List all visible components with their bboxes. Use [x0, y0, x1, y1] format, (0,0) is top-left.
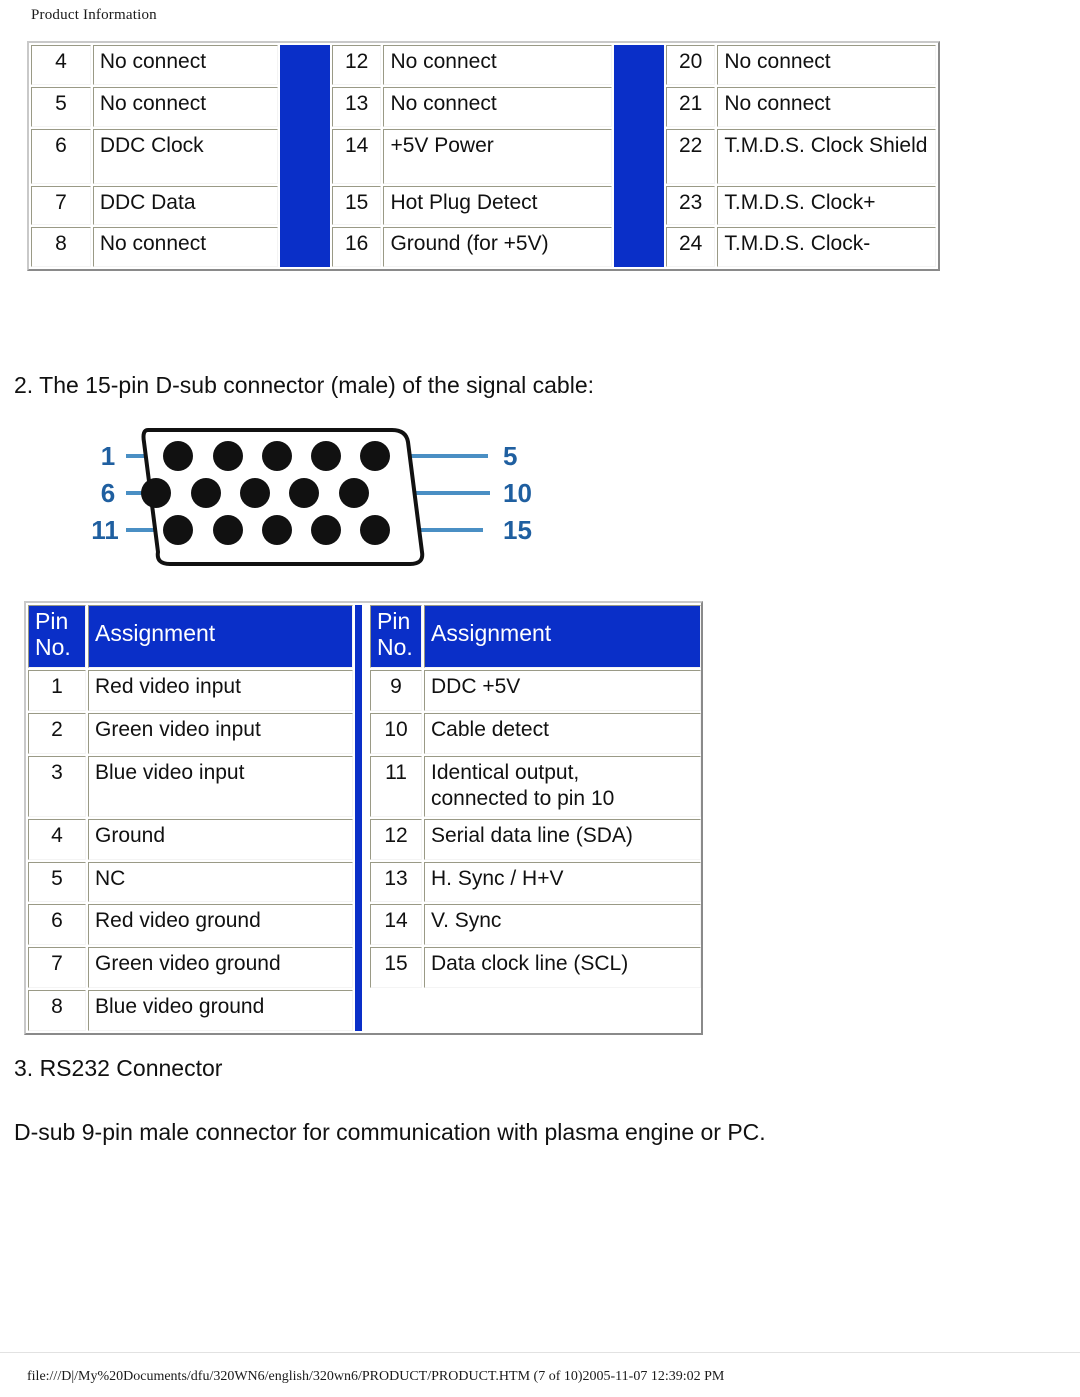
dsub-pin-cell: 3	[28, 755, 86, 817]
blue-divider-left	[280, 45, 330, 267]
table-row: 4 No connect 12 No connect 20 No connect	[31, 45, 936, 267]
dsub-assignment-cell: Blue video input	[88, 755, 353, 817]
blue-vertical-divider	[355, 605, 362, 1031]
dsub-assignment-cell: Red video ground	[88, 904, 353, 946]
dsub-assignment-cell: Serial data line (SDA)	[424, 818, 701, 860]
dsub-assignment-cell: Identical output, connected to pin 10	[424, 755, 701, 817]
dsub-label-10: 10	[503, 478, 532, 508]
dsub-assignment-cell: V. Sync	[424, 904, 701, 946]
dsub-assignment-cell: NC	[88, 861, 353, 903]
dsub-assignment-cell: H. Sync / H+V	[424, 861, 701, 903]
dvi-pin-cell: 15	[331, 185, 382, 226]
table-row: 5 No connect 13 No connect 21 No connect	[31, 86, 936, 127]
dvi-pin-cell: 21	[665, 86, 716, 127]
dvi-pin-cell: 23	[665, 185, 716, 226]
footer-divider	[0, 1352, 1080, 1353]
dvi-assignment-cell: T.M.D.S. Clock Shield	[717, 128, 936, 184]
dvi-pin-cell: 12	[331, 45, 382, 85]
blue-divider-right	[614, 45, 664, 267]
dsub-label-11: 11	[91, 515, 119, 545]
dsub-assignment-cell: Cable detect	[424, 712, 701, 754]
table-row: 6 DDC Clock 14 +5V Power 22 T.M.D.S. Clo…	[31, 128, 936, 184]
dvi-assignment-cell: T.M.D.S. Clock-	[717, 227, 936, 267]
empty-assignment-cell	[424, 990, 701, 1031]
dsub-pin-cell: 9	[370, 670, 422, 711]
assignment-header-right: Assignment	[424, 605, 701, 668]
dsub-assignment-cell: Green video input	[88, 712, 353, 754]
pin-header-line2: No.	[377, 634, 413, 660]
dsub-label-5: 5	[503, 441, 517, 471]
dvi-pin-cell: 24	[665, 227, 716, 267]
dsub-label-1: 1	[101, 441, 115, 471]
dvi-assignment-cell: No connect	[383, 86, 613, 127]
dvi-assignment-cell: No connect	[717, 86, 936, 127]
assignment-line-1: Identical output,	[431, 760, 580, 784]
table-row: 7 DDC Data 15 Hot Plug Detect 23 T.M.D.S…	[31, 185, 936, 226]
rs232-section-heading: 3. RS232 Connector	[14, 1055, 223, 1081]
dsub-section-heading: 2. The 15-pin D-sub connector (male) of …	[14, 372, 594, 398]
dsub-assignment-cell: DDC +5V	[424, 670, 701, 711]
dsub-pin-cell: 10	[370, 712, 422, 754]
dsub-table-grid: Pin No. Assignment Pin No. Assignment 1 …	[26, 603, 703, 1033]
dsub-assignment-cell: Green video ground	[88, 947, 353, 989]
dsub-pin-cell: 7	[28, 947, 86, 989]
pin-header-line1: Pin	[35, 608, 69, 634]
dvi-pin-cell: 5	[31, 86, 91, 127]
pin-no-header-right: Pin No.	[370, 605, 422, 668]
rs232-description-text: D-sub 9-pin male connector for communica…	[14, 1119, 766, 1145]
dvi-pin-cell: 7	[31, 185, 91, 226]
assignment-line-2: connected to pin 10	[431, 786, 615, 810]
pin-header-line2: No.	[35, 634, 71, 660]
dsub-pin-cell: 14	[370, 904, 422, 946]
dvi-assignment-cell: Ground (for +5V)	[383, 227, 613, 267]
dsub-assignment-cell: Data clock line (SCL)	[424, 947, 701, 989]
dsub-pin-cell: 1	[28, 670, 86, 711]
dvi-pin-cell: 22	[665, 128, 716, 184]
dsub-connector-diagram: 1 5 6 10 11 15	[78, 420, 578, 585]
pin-header-line1: Pin	[377, 608, 411, 634]
dvi-assignment-cell: No connect	[383, 45, 613, 85]
table-row: 8 No connect 16 Ground (for +5V) 24 T.M.…	[31, 227, 936, 267]
dsub-assignment-cell: Blue video ground	[88, 990, 353, 1031]
dsub-pin-assignment-table: Pin No. Assignment Pin No. Assignment 1 …	[24, 601, 703, 1035]
pin-no-header-left: Pin No.	[28, 605, 86, 668]
table-header-row: Pin No. Assignment Pin No. Assignment	[28, 605, 701, 1031]
dvi-pin-cell: 20	[665, 45, 716, 85]
dvi-table-grid: 4 No connect 12 No connect 20 No connect…	[29, 43, 938, 269]
dvi-assignment-cell: No connect	[92, 227, 279, 267]
dsub-pin-cell: 11	[370, 755, 422, 817]
dvi-pin-cell: 13	[331, 86, 382, 127]
empty-pin-cell	[370, 990, 422, 1031]
dvi-pin-cell: 4	[31, 45, 91, 85]
dsub-pin-cell: 5	[28, 861, 86, 903]
dvi-pin-cell: 16	[331, 227, 382, 267]
dsub-label-6: 6	[101, 478, 115, 508]
dsub-pin-cell: 13	[370, 861, 422, 903]
dsub-pin-cell: 15	[370, 947, 422, 989]
dvi-assignment-cell: No connect	[717, 45, 936, 85]
dsub-assignment-cell: Red video input	[88, 670, 353, 711]
dvi-assignment-cell: T.M.D.S. Clock+	[717, 185, 936, 226]
dvi-pin-cell: 6	[31, 128, 91, 184]
dvi-assignment-cell: No connect	[92, 45, 279, 85]
dsub-pin-cell: 4	[28, 818, 86, 860]
dvi-assignment-cell: DDC Clock	[92, 128, 279, 184]
footer-file-path: file:///D|/My%20Documents/dfu/320WN6/eng…	[27, 1369, 725, 1384]
dvi-assignment-cell: +5V Power	[383, 128, 613, 184]
dvi-assignment-cell: Hot Plug Detect	[383, 185, 613, 226]
dsub-pin-cell: 6	[28, 904, 86, 946]
dvi-pin-assignment-table: 4 No connect 12 No connect 20 No connect…	[27, 41, 940, 271]
dsub-pin-cell: 2	[28, 712, 86, 754]
dvi-pin-cell: 8	[31, 227, 91, 267]
dsub-pin-cell: 8	[28, 990, 86, 1031]
assignment-header-left: Assignment	[88, 605, 353, 668]
page-header-title: Product Information	[31, 7, 157, 23]
dsub-pin-cell: 12	[370, 818, 422, 860]
dvi-pin-cell: 14	[331, 128, 382, 184]
dsub-label-15: 15	[503, 515, 532, 545]
dsub-assignment-cell: Ground	[88, 818, 353, 860]
dvi-assignment-cell: No connect	[92, 86, 279, 127]
dvi-assignment-cell: DDC Data	[92, 185, 279, 226]
